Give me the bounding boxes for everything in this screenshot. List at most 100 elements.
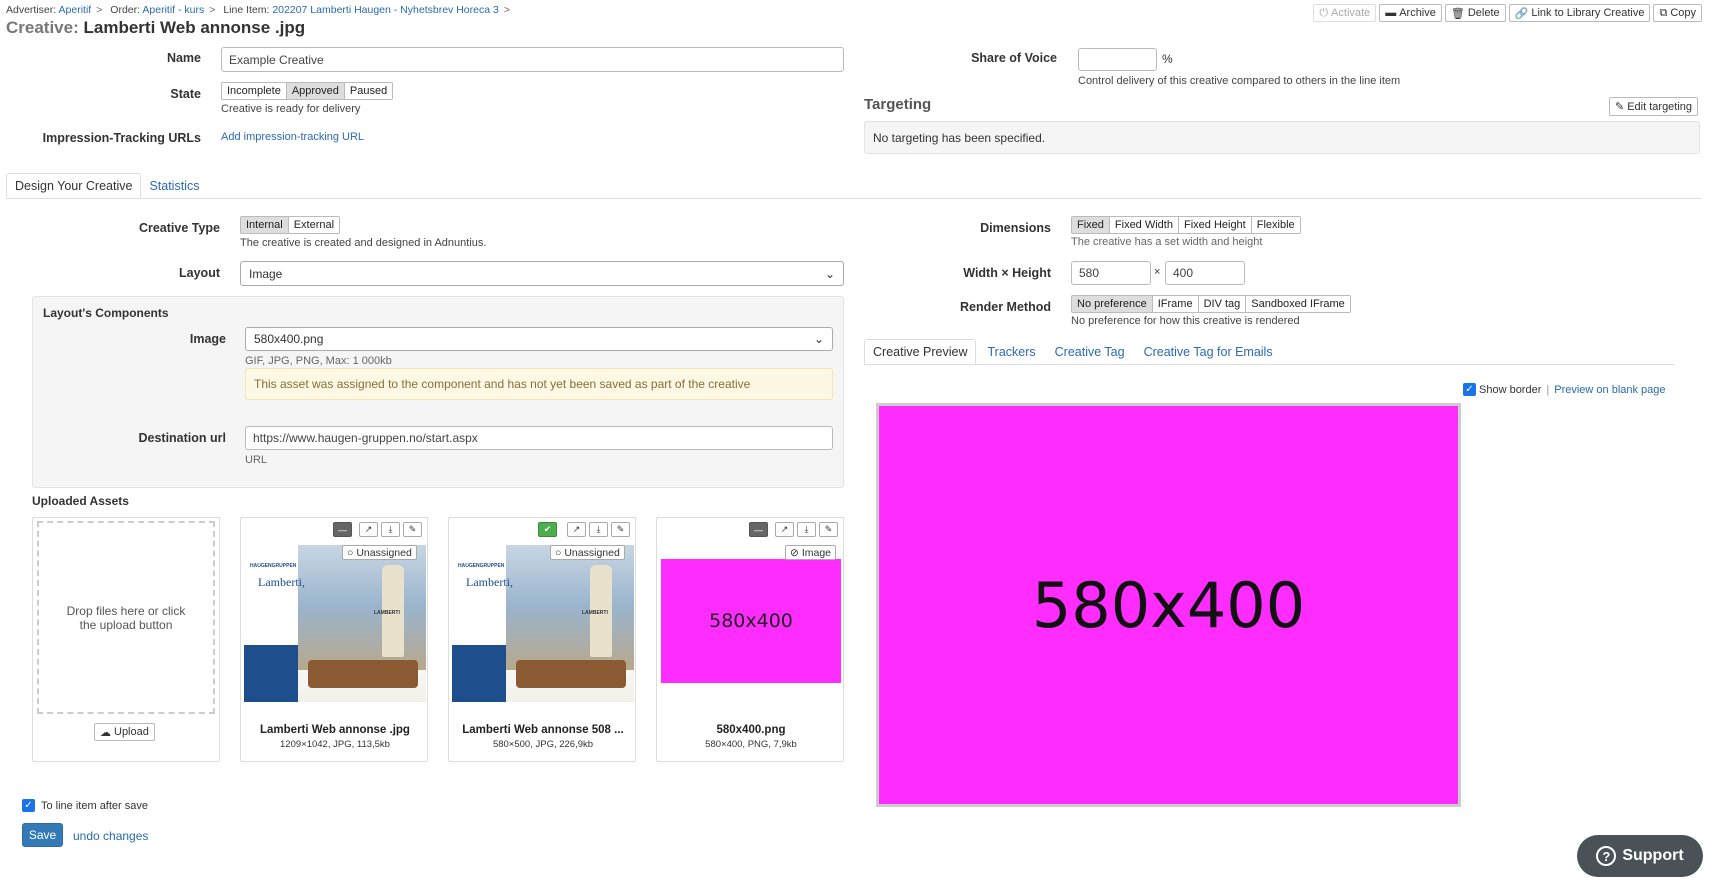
- state-option-paused[interactable]: Paused: [343, 83, 393, 99]
- asset-status-badge: ○ Unassigned: [550, 545, 625, 560]
- dimensions-fixed-height[interactable]: Fixed Height: [1177, 217, 1251, 233]
- asset-thumbnail: LAMBERTI HAUGENGRUPPEN Lamberti,: [452, 545, 634, 702]
- impression-label: Impression-Tracking URLs: [42, 131, 201, 145]
- download-icon[interactable]: ⤓: [797, 522, 816, 537]
- save-button[interactable]: Save: [22, 823, 63, 847]
- asset-card: — ↗ ⤓ ✎ 580x400 ⊘ Image 580x400.png 580×4…: [656, 517, 844, 762]
- copy-button[interactable]: ⧉ Copy: [1653, 4, 1702, 22]
- activate-button[interactable]: ⏻ Activate: [1313, 4, 1377, 22]
- link-library-label: Link to Library Creative: [1531, 7, 1645, 19]
- edit-targeting-button[interactable]: ✎ Edit targeting: [1609, 97, 1699, 116]
- dimensions-fixed-width[interactable]: Fixed Width: [1108, 217, 1178, 233]
- sov-label: Share of Voice: [971, 51, 1057, 65]
- ad-brand: HAUGENGRUPPEN: [458, 563, 505, 569]
- tab-creative-tag-emails[interactable]: Creative Tag for Emails: [1136, 339, 1281, 364]
- ad-blue-strip: [244, 645, 298, 702]
- link-icon: 🔗: [1514, 7, 1529, 20]
- tab-creative-preview[interactable]: Creative Preview: [864, 339, 977, 364]
- asset-meta: 1209×1042, JPG, 113,5kb: [280, 739, 390, 750]
- height-input[interactable]: 400: [1165, 261, 1245, 285]
- asset-thumbnail: 580x400: [661, 559, 841, 683]
- layout-label: Layout: [179, 266, 220, 280]
- dimensions-fixed[interactable]: Fixed: [1072, 217, 1109, 233]
- state-option-incomplete[interactable]: Incomplete: [222, 83, 286, 99]
- archive-button[interactable]: ▬ Archive: [1379, 4, 1442, 22]
- breadcrumb-advertiser-link[interactable]: Aperitif: [59, 4, 92, 16]
- breadcrumb-lineitem-link[interactable]: 202207 Lamberti Haugen - Nyhetsbrev Hore…: [272, 4, 498, 16]
- to-line-item-checkbox[interactable]: ✓: [22, 799, 35, 812]
- creative-type-external[interactable]: External: [287, 217, 340, 233]
- delete-button[interactable]: 🗑 Delete: [1444, 4, 1506, 22]
- destination-input[interactable]: https://www.haugen-gruppen.no/start.aspx: [245, 426, 833, 450]
- render-div-tag[interactable]: DIV tag: [1197, 296, 1246, 312]
- support-label: Support: [1622, 847, 1684, 864]
- assets-heading: Uploaded Assets: [32, 494, 129, 508]
- minus-icon[interactable]: —: [333, 522, 352, 537]
- edit-icon[interactable]: ✎: [611, 522, 630, 537]
- targeting-heading: Targeting: [864, 96, 932, 113]
- render-method-label: Render Method: [960, 300, 1051, 314]
- render-sandboxed-iframe[interactable]: Sandboxed IFrame: [1245, 296, 1350, 312]
- destination-label: Destination url: [138, 431, 226, 445]
- archive-label: Archive: [1399, 7, 1436, 19]
- sov-input[interactable]: [1078, 48, 1157, 71]
- ad-bottle-label: LAMBERTI: [582, 610, 608, 616]
- edit-icon[interactable]: ✎: [403, 522, 422, 537]
- render-method-selector: No preference IFrame DIV tag Sandboxed I…: [1071, 295, 1351, 313]
- edit-icon[interactable]: ✎: [819, 522, 838, 537]
- tab-design[interactable]: Design Your Creative: [6, 173, 142, 198]
- external-link-icon[interactable]: ↗: [567, 522, 586, 537]
- targeting-panel: No targeting has been specified.: [864, 121, 1700, 154]
- minus-icon[interactable]: —: [749, 522, 768, 537]
- circle-icon: ○: [347, 546, 354, 559]
- support-button[interactable]: ? Support: [1577, 835, 1703, 877]
- preview-tabs: Creative Preview Trackers Creative Tag C…: [864, 339, 1674, 365]
- activate-label: Activate: [1331, 7, 1371, 19]
- link-library-button[interactable]: 🔗 Link to Library Creative: [1508, 4, 1651, 22]
- width-height-label: Width × Height: [963, 266, 1051, 280]
- asset-thumbnail: LAMBERTI HAUGENGRUPPEN Lamberti,: [244, 545, 426, 702]
- render-iframe[interactable]: IFrame: [1151, 296, 1198, 312]
- dimensions-selector: Fixed Fixed Width Fixed Height Flexible: [1071, 216, 1301, 234]
- tab-creative-tag[interactable]: Creative Tag: [1047, 339, 1133, 364]
- breadcrumb-order-label: Order:: [110, 4, 141, 16]
- destination-help: URL: [245, 454, 268, 466]
- external-link-icon[interactable]: ↗: [775, 522, 794, 537]
- check-icon[interactable]: ✔: [538, 522, 557, 537]
- sov-unit: %: [1162, 52, 1173, 66]
- creative-type-internal[interactable]: Internal: [241, 217, 288, 233]
- width-input[interactable]: 580: [1071, 261, 1151, 285]
- cloud-upload-icon: ☁: [100, 726, 111, 739]
- tab-statistics[interactable]: Statistics: [141, 173, 207, 198]
- external-link-icon[interactable]: ↗: [359, 522, 378, 537]
- undo-changes-link[interactable]: undo changes: [73, 829, 148, 843]
- archive-icon: ▬: [1385, 7, 1397, 19]
- tab-trackers[interactable]: Trackers: [979, 339, 1043, 364]
- state-selector: Incomplete Approved Paused: [221, 82, 394, 100]
- breadcrumb-order-link[interactable]: Aperitif - kurs: [142, 4, 204, 16]
- ad-photo: [506, 545, 634, 670]
- breadcrumb-advertiser-label: Advertiser:: [6, 4, 57, 16]
- check-circle-icon: ⊘: [790, 546, 799, 559]
- sov-help: Control delivery of this creative compar…: [1078, 75, 1401, 87]
- image-warning: This asset was assigned to the component…: [245, 368, 833, 400]
- times-sign: ×: [1154, 266, 1161, 278]
- ad-brand: HAUGENGRUPPEN: [250, 563, 297, 569]
- upload-button[interactable]: ☁ Upload: [94, 723, 155, 741]
- layout-value: Image: [249, 266, 283, 281]
- render-no-preference[interactable]: No preference: [1072, 296, 1152, 312]
- show-border-checkbox[interactable]: ✓: [1463, 383, 1476, 396]
- edit-targeting-label: Edit targeting: [1627, 100, 1693, 113]
- asset-name: 580x400.png: [716, 724, 786, 736]
- name-input[interactable]: Example Creative: [221, 47, 844, 72]
- drop-zone[interactable]: Drop files here or click the upload butt…: [37, 521, 215, 714]
- download-icon[interactable]: ⤓: [381, 522, 400, 537]
- add-impression-url-link[interactable]: Add impression-tracking URL: [221, 131, 364, 143]
- state-option-approved[interactable]: Approved: [285, 83, 344, 99]
- download-icon[interactable]: ⤓: [589, 522, 608, 537]
- preview-blank-page-link[interactable]: Preview on blank page: [1554, 384, 1665, 396]
- image-select[interactable]: 580x400.png ⌄: [245, 327, 833, 351]
- layout-select[interactable]: Image ⌄: [240, 261, 844, 286]
- ad-bottle-label: LAMBERTI: [374, 610, 400, 616]
- dimensions-flexible[interactable]: Flexible: [1250, 217, 1300, 233]
